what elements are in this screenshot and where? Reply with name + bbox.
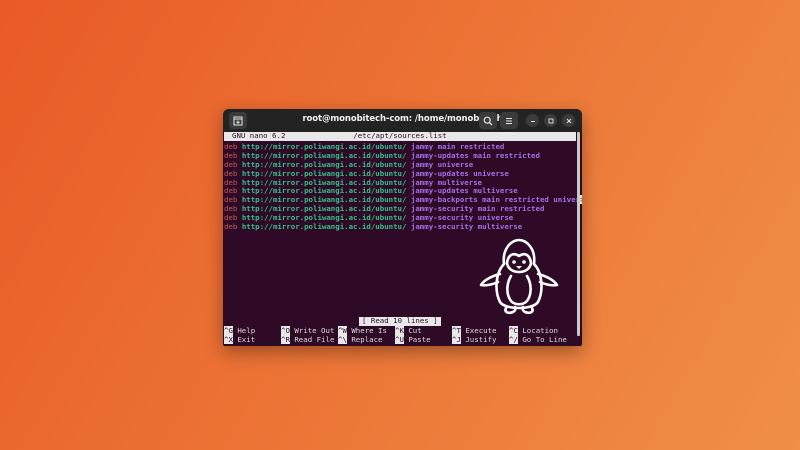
shortcut-key: ^R bbox=[281, 335, 290, 344]
shortcut-label: Paste bbox=[408, 335, 431, 344]
source-type: deb bbox=[224, 222, 238, 232]
source-url: http://mirror.poliwangi.ac.id/ubuntu/ bbox=[241, 177, 407, 187]
title-bar: root@monobitech-com: /home/monobitech bbox=[223, 109, 582, 132]
source-components: jammy-backports main restricted univer bbox=[410, 195, 580, 205]
source-url: http://mirror.poliwangi.ac.id/ubuntu/ bbox=[241, 168, 407, 178]
editor-content[interactable]: deb http://mirror.poliwangi.ac.id/ubuntu… bbox=[224, 142, 582, 232]
close-button[interactable] bbox=[562, 114, 575, 127]
new-tab-button[interactable] bbox=[229, 112, 247, 129]
maximize-icon bbox=[548, 118, 553, 123]
shortcut-label: Justify bbox=[465, 335, 497, 344]
source-type: deb bbox=[224, 177, 238, 187]
minimize-button[interactable] bbox=[526, 114, 539, 127]
source-components: jammy-updates universe bbox=[410, 168, 509, 178]
shortcut-paste[interactable]: ^U Paste bbox=[395, 335, 431, 345]
source-url: http://mirror.poliwangi.ac.id/ubuntu/ bbox=[241, 204, 407, 214]
shortcut-key: ^U bbox=[395, 335, 404, 344]
source-components: jammy-updates main restricted bbox=[410, 150, 540, 160]
shortcut-key: ^W bbox=[338, 326, 347, 335]
shortcut-label: Where Is bbox=[351, 326, 387, 335]
shortcut-label: Execute bbox=[465, 326, 497, 335]
source-url: http://mirror.poliwangi.ac.id/ubuntu/ bbox=[241, 213, 407, 223]
shortcut-key: ^\ bbox=[338, 335, 347, 344]
shortcut-label: Replace bbox=[351, 335, 383, 344]
scrollbar-thumb[interactable] bbox=[577, 132, 580, 336]
source-components: jammy multiverse bbox=[410, 177, 483, 187]
shortcut-replace[interactable]: ^\ Replace bbox=[338, 335, 383, 345]
source-url: http://mirror.poliwangi.ac.id/ubuntu/ bbox=[241, 142, 407, 151]
nano-version: GNU nano 6.2 bbox=[232, 131, 286, 140]
shortcut-label: Read File bbox=[294, 335, 335, 344]
source-url: http://mirror.poliwangi.ac.id/ubuntu/ bbox=[241, 222, 407, 232]
source-components: jammy universe bbox=[410, 159, 474, 169]
source-url: http://mirror.poliwangi.ac.id/ubuntu/ bbox=[241, 150, 407, 160]
source-type: deb bbox=[224, 204, 238, 214]
source-type: deb bbox=[224, 142, 238, 151]
shortcut-label: Exit bbox=[237, 335, 256, 344]
shortcut-label: Go To Line bbox=[522, 335, 567, 344]
status-message: [ Read 10 lines ] bbox=[359, 316, 441, 326]
shortcut-label: Help bbox=[237, 326, 256, 335]
source-line: deb http://mirror.poliwangi.ac.id/ubuntu… bbox=[224, 222, 582, 232]
shortcut-label: Write Out bbox=[294, 326, 335, 335]
maximize-button[interactable] bbox=[544, 114, 557, 127]
source-type: deb bbox=[224, 150, 238, 160]
source-type: deb bbox=[224, 159, 238, 169]
search-icon bbox=[483, 116, 493, 125]
source-url: http://mirror.poliwangi.ac.id/ubuntu/ bbox=[241, 159, 407, 169]
overflow-marker: > bbox=[580, 195, 582, 205]
window-title: root@monobitech-com: /home/monobitech bbox=[302, 114, 503, 124]
shortcut-label: Location bbox=[522, 326, 558, 335]
source-components: jammy-security universe bbox=[410, 213, 514, 223]
close-icon bbox=[566, 118, 571, 123]
shortcut-go-to-line[interactable]: ^/ Go To Line bbox=[509, 335, 567, 345]
source-type: deb bbox=[224, 213, 238, 223]
shortcut-key: ^X bbox=[224, 335, 233, 344]
shortcut-key: ^/ bbox=[509, 335, 518, 344]
source-components: jammy main restricted bbox=[410, 142, 505, 151]
shortcut-read-file[interactable]: ^R Read File bbox=[281, 335, 335, 345]
shortcut-key: ^J bbox=[452, 335, 461, 344]
shortcut-exit[interactable]: ^X Exit bbox=[224, 335, 256, 345]
shortcut-key: ^K bbox=[395, 326, 404, 335]
shortcut-justify[interactable]: ^J Justify bbox=[452, 335, 497, 345]
source-url: http://mirror.poliwangi.ac.id/ubuntu/ bbox=[241, 195, 407, 205]
minimize-icon bbox=[530, 120, 535, 122]
source-type: deb bbox=[224, 168, 238, 178]
shortcut-label: Cut bbox=[408, 326, 422, 335]
source-url: http://mirror.poliwangi.ac.id/ubuntu/ bbox=[241, 186, 407, 196]
shortcut-key: ^T bbox=[452, 326, 461, 335]
shortcut-key: ^C bbox=[509, 326, 518, 335]
source-components: jammy-security multiverse bbox=[410, 222, 523, 232]
scrollbar[interactable] bbox=[577, 132, 580, 346]
penguin-icon bbox=[479, 238, 559, 315]
shortcut-key: ^O bbox=[281, 326, 290, 335]
source-type: deb bbox=[224, 195, 238, 205]
search-button[interactable] bbox=[479, 112, 497, 129]
hamburger-menu-icon bbox=[506, 117, 512, 124]
menu-button[interactable] bbox=[500, 112, 518, 129]
new-tab-icon bbox=[233, 116, 243, 125]
source-type: deb bbox=[224, 186, 238, 196]
nano-header-bar: /etc/apt/sources.list GNU nano 6.2 bbox=[224, 131, 576, 141]
source-components: jammy-updates multiverse bbox=[410, 186, 518, 196]
shortcut-key: ^G bbox=[224, 326, 233, 335]
source-components: jammy-security main restricted bbox=[410, 204, 545, 214]
